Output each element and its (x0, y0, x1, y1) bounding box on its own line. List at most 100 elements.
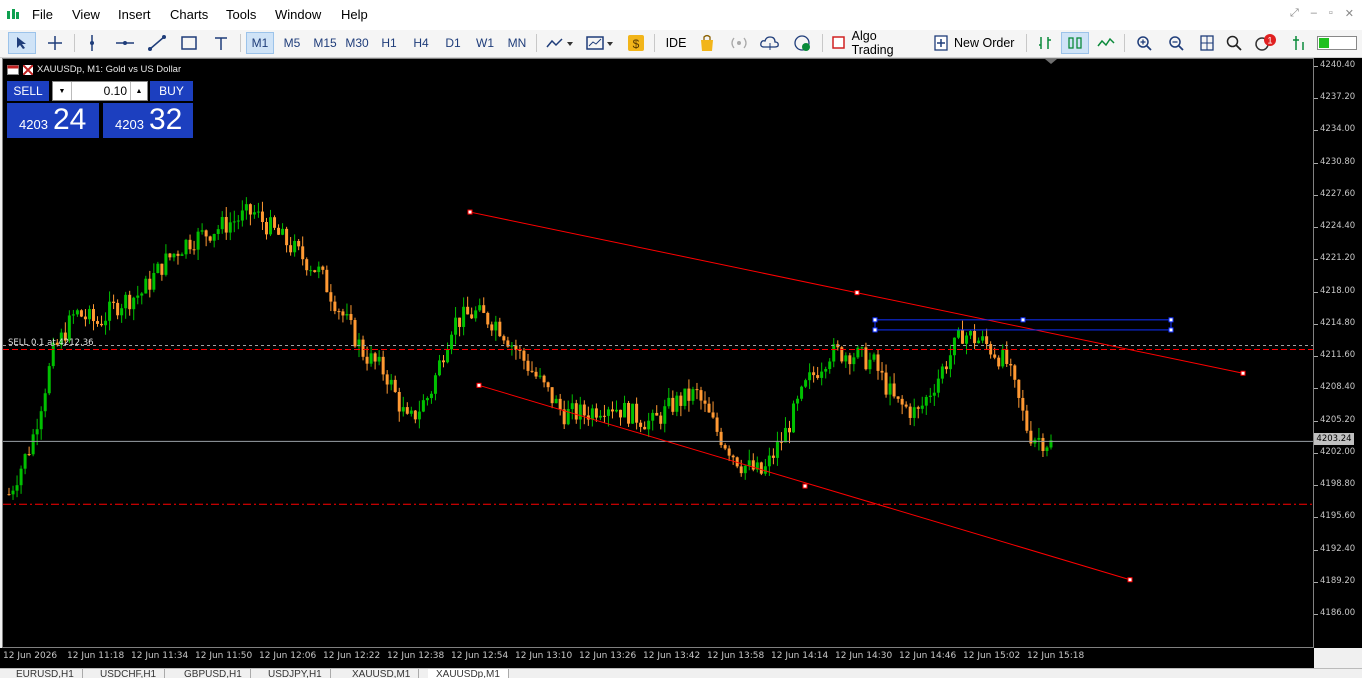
candle-body (19, 468, 23, 486)
lot-dropdown-icon[interactable]: ▼ (53, 82, 72, 100)
cursor-tool-icon[interactable] (8, 32, 36, 54)
candle-body (860, 347, 864, 349)
menu-file[interactable]: File (32, 7, 53, 22)
timeframe-m15-button[interactable]: M15 (309, 32, 341, 54)
lower-trendline-anchor (476, 382, 482, 388)
candle-body (240, 210, 244, 221)
new-order-label: New Order (954, 36, 1015, 50)
timeframe-w1-button[interactable]: W1 (471, 32, 499, 54)
zoom-out-icon[interactable] (1164, 32, 1188, 54)
ide-button[interactable]: IDE (660, 32, 692, 54)
candle-body (39, 411, 43, 430)
menu-insert[interactable]: Insert (118, 7, 151, 22)
horizontal-line-icon[interactable] (112, 32, 138, 54)
candle-body (1009, 363, 1013, 366)
vps-icon[interactable] (790, 32, 814, 54)
candle-body (707, 403, 711, 413)
restore-icon[interactable]: ⤢ (1290, 7, 1299, 20)
algo-trading-button[interactable]: Algo Trading (828, 29, 920, 57)
candle-body (639, 422, 643, 427)
candle-body (494, 321, 498, 331)
trendline-icon[interactable] (144, 32, 170, 54)
chart-canvas[interactable] (3, 59, 1314, 648)
cloud-icon[interactable] (758, 32, 782, 54)
rectangle-tool-icon[interactable] (176, 32, 202, 54)
tile-windows-icon[interactable] (1195, 32, 1219, 54)
menu-charts[interactable]: Charts (170, 7, 208, 22)
candle-body (743, 465, 747, 474)
timeframe-d1-button[interactable]: D1 (439, 32, 467, 54)
candle-body (832, 344, 836, 362)
toolbar: M1 M5 M15 M30 H1 H4 D1 W1 MN $ IDE Algo … (0, 29, 1362, 58)
signal-icon[interactable] (727, 32, 751, 54)
signal-strength-icon[interactable] (1288, 32, 1312, 54)
lot-increase-icon[interactable]: ▲ (130, 82, 147, 100)
open-order-label[interactable]: SELL 0.1 at 4212.36 (8, 338, 94, 348)
candle-body (108, 301, 112, 321)
timeframe-m1-button[interactable]: M1 (246, 32, 274, 54)
candle-body (792, 403, 796, 433)
price-tick-label: 4234.00 (1320, 124, 1356, 135)
crosshair-tool-icon[interactable] (42, 32, 68, 54)
maximize-icon[interactable]: ▫ (1329, 7, 1333, 20)
candle-body (184, 239, 188, 255)
candle-body (550, 387, 554, 404)
one-click-trading-panel: SELL ▼ 0.10 ▲ BUY 4203 24 4203 32 (7, 81, 193, 138)
text-tool-icon[interactable] (208, 32, 234, 54)
menu-view[interactable]: View (72, 7, 100, 22)
menu-tools[interactable]: Tools (226, 7, 256, 22)
candle-body (333, 301, 337, 312)
lot-size-input[interactable]: ▼ 0.10 ▲ (52, 81, 148, 101)
candle-body (277, 227, 281, 235)
candlestick-chart-icon[interactable] (1061, 32, 1089, 54)
candle-body (498, 321, 502, 337)
line-chart-icon[interactable] (1093, 32, 1119, 54)
timeframe-mn-button[interactable]: MN (503, 32, 531, 54)
templates-icon[interactable] (582, 32, 618, 54)
sell-price-prefix: 4203 (19, 117, 48, 132)
candle-body (888, 383, 892, 395)
candle-body (23, 454, 27, 469)
menu-window[interactable]: Window (275, 7, 321, 22)
price-axis[interactable]: 4240.40 4237.20 4234.00 4230.80 4227.60 4224.… (1314, 58, 1362, 648)
time-axis[interactable]: 12 Jun 2026 12 Jun 11:18 12 Jun 11:34 12 Ju… (0, 648, 1314, 668)
sell-price-box[interactable]: 4203 24 (7, 103, 99, 138)
menu-help[interactable]: Help (341, 7, 368, 22)
buy-price-box[interactable]: 4203 32 (103, 103, 193, 138)
close-icon[interactable]: ✕ (1345, 7, 1354, 20)
timeframe-h1-button[interactable]: H1 (375, 32, 403, 54)
price-tick-mark (1314, 98, 1318, 100)
sell-button[interactable]: SELL (7, 81, 49, 101)
candle-body (148, 278, 152, 290)
price-tick-label: 4189.20 (1320, 575, 1356, 586)
vertical-line-icon[interactable] (80, 32, 104, 54)
candle-body (297, 240, 301, 247)
candle-body (981, 336, 985, 341)
svg-text:$: $ (633, 37, 640, 51)
candle-body (128, 294, 132, 310)
candle-body (474, 310, 478, 319)
price-tick-label: 4205.20 (1320, 414, 1356, 425)
minimize-icon[interactable]: – (1311, 7, 1317, 20)
notifications-icon[interactable]: 1 (1252, 32, 1278, 54)
candle-body (518, 349, 522, 351)
bar-chart-icon[interactable] (1032, 32, 1058, 54)
chart-type-icon[interactable] (542, 32, 578, 54)
timeframe-m5-button[interactable]: M5 (278, 32, 306, 54)
shopping-bag-icon[interactable] (695, 32, 719, 54)
buy-button[interactable]: BUY (150, 81, 193, 101)
buy-price-prefix: 4203 (115, 117, 144, 132)
price-tick-mark (1314, 291, 1318, 293)
candle-body (361, 339, 365, 357)
zoom-in-icon[interactable] (1132, 32, 1156, 54)
market-icon[interactable]: $ (624, 32, 648, 54)
search-icon[interactable] (1222, 32, 1246, 54)
price-tick-label: 4202.00 (1320, 446, 1356, 457)
timeframe-h4-button[interactable]: H4 (407, 32, 435, 54)
candle-body (188, 239, 192, 250)
time-tick-label: 12 Jun 11:34 (131, 651, 189, 661)
timeframe-m30-button[interactable]: M30 (342, 32, 372, 54)
candle-body (602, 415, 606, 417)
price-chart[interactable]: XAUUSDp, M1: Gold vs US Dollar SELL ▼ 0.… (2, 58, 1314, 648)
new-order-button[interactable]: New Order (930, 32, 1020, 54)
